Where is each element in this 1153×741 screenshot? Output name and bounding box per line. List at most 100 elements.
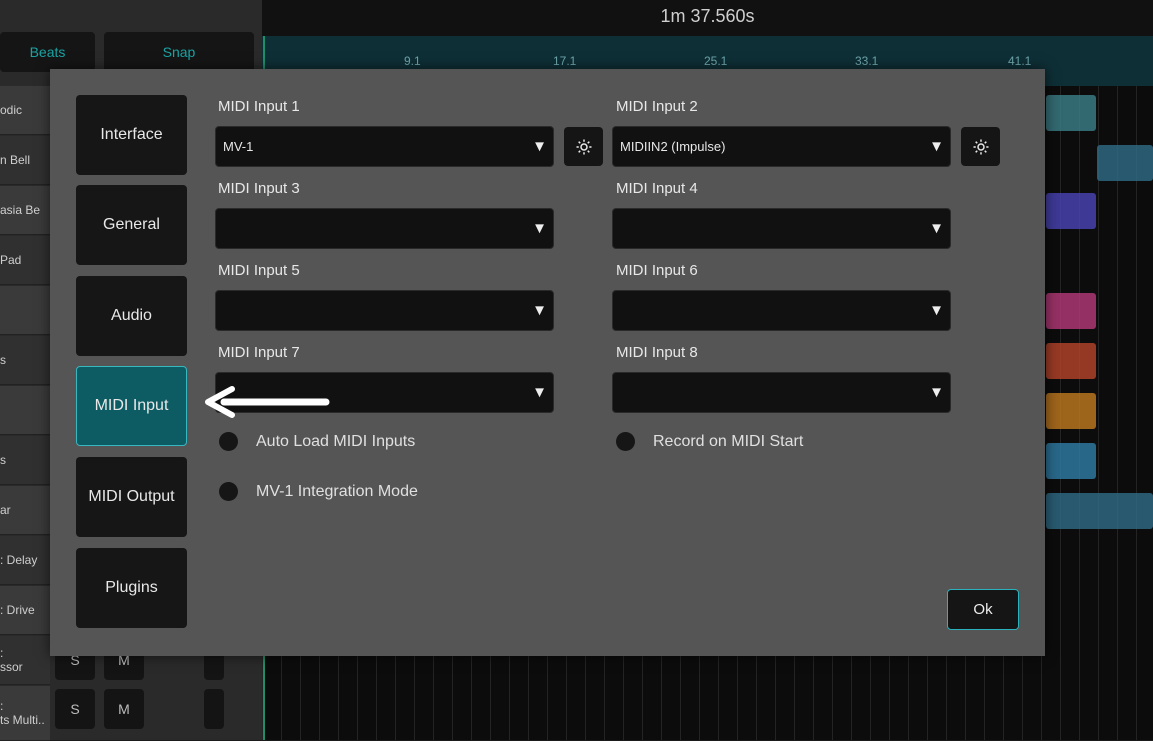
nav-label: Interface — [100, 126, 163, 143]
midi-input-6-label: MIDI Input 6 — [616, 262, 698, 279]
track-label[interactable]: : ts Multi.. — [0, 686, 50, 741]
ruler-mark: 33.1 — [855, 54, 879, 68]
clip[interactable] — [1046, 393, 1096, 429]
nav-label: General — [103, 216, 160, 233]
track-label[interactable] — [0, 286, 50, 335]
record-on-midi-start-toggle[interactable]: Record on MIDI Start — [616, 432, 803, 451]
midi-input-1-settings-button[interactable] — [564, 127, 603, 166]
select-value: MV-1 — [223, 139, 254, 154]
nav-label: Audio — [111, 307, 152, 324]
nav-midi-output[interactable]: MIDI Output — [76, 457, 187, 537]
nav-label: MIDI Output — [88, 488, 175, 505]
record-on-midi-start-label: Record on MIDI Start — [653, 432, 804, 450]
gear-icon — [973, 139, 988, 154]
clip[interactable] — [1046, 95, 1096, 131]
select-value: MIDIIN2 (Impulse) — [620, 139, 726, 154]
nav-interface[interactable]: Interface — [76, 95, 187, 175]
midi-input-6-select[interactable]: ▼ — [612, 290, 951, 331]
midi-input-4-select[interactable]: ▼ — [612, 208, 951, 249]
solo-label: S — [70, 701, 80, 717]
time-display: 1m 37.560s — [660, 6, 755, 26]
midi-input-4-label: MIDI Input 4 — [616, 180, 698, 197]
track-label[interactable]: n Bell — [0, 136, 50, 185]
toggle-indicator — [219, 482, 238, 501]
track-label[interactable]: odic — [0, 86, 50, 135]
track-name: : Drive — [0, 603, 35, 617]
mv1-integration-label: MV-1 Integration Mode — [256, 482, 418, 500]
midi-input-5-label: MIDI Input 5 — [218, 262, 300, 279]
chevron-down-icon: ▼ — [929, 220, 944, 237]
midi-input-5-select[interactable]: ▼ — [215, 290, 554, 331]
beats-label: Beats — [29, 44, 66, 60]
ruler-mark: 9.1 — [404, 54, 421, 68]
beats-button[interactable]: Beats — [0, 32, 95, 72]
auto-load-label: Auto Load MIDI Inputs — [256, 432, 416, 450]
nav-label: MIDI Input — [94, 397, 169, 414]
nav-label: Plugins — [105, 579, 158, 596]
chevron-down-icon: ▼ — [929, 138, 944, 155]
midi-input-3-label: MIDI Input 3 — [218, 180, 300, 197]
midi-input-2-label: MIDI Input 2 — [616, 98, 698, 115]
preferences-dialog: Interface General Audio MIDI Input MIDI … — [50, 69, 1045, 656]
nav-plugins[interactable]: Plugins — [76, 548, 187, 628]
nav-audio[interactable]: Audio — [76, 276, 187, 356]
mute-button[interactable]: M — [104, 689, 144, 729]
track-name: : Delay — [0, 553, 38, 567]
track-meter — [204, 689, 224, 729]
midi-input-2-settings-button[interactable] — [961, 127, 1000, 166]
track-label[interactable]: s — [0, 336, 50, 385]
clip[interactable] — [1046, 193, 1096, 229]
track-name: n Bell — [0, 153, 31, 167]
chevron-down-icon: ▼ — [532, 384, 547, 401]
snap-button[interactable]: Snap — [104, 32, 254, 72]
gear-icon — [576, 139, 591, 154]
track-name: asia Be — [0, 203, 41, 217]
track-name: Pad — [0, 253, 22, 267]
nav-general[interactable]: General — [76, 185, 187, 265]
track-name: s — [0, 453, 6, 467]
clip[interactable] — [1046, 493, 1153, 529]
track-label[interactable]: : Delay — [0, 536, 50, 585]
ok-label: Ok — [973, 601, 993, 618]
midi-input-1-select[interactable]: MV-1 ▼ — [215, 126, 554, 167]
track-label[interactable]: s — [0, 436, 50, 485]
track-label[interactable]: : Drive — [0, 586, 50, 635]
mv1-integration-toggle[interactable]: MV-1 Integration Mode — [219, 482, 418, 501]
nav-midi-input[interactable]: MIDI Input — [76, 366, 187, 446]
annotation-arrow-icon — [205, 386, 330, 418]
midi-input-2-select[interactable]: MIDIIN2 (Impulse) ▼ — [612, 126, 951, 167]
track-label[interactable]: asia Be — [0, 186, 50, 235]
ruler-mark: 41.1 — [1008, 54, 1032, 68]
track-name: odic — [0, 103, 23, 117]
track-name: s — [0, 353, 6, 367]
clip[interactable] — [1097, 145, 1153, 181]
midi-input-8-label: MIDI Input 8 — [616, 344, 698, 361]
auto-load-toggle[interactable]: Auto Load MIDI Inputs — [219, 432, 415, 451]
chevron-down-icon: ▼ — [929, 302, 944, 319]
track-name: : ts Multi.. — [0, 699, 45, 727]
track-label[interactable] — [0, 386, 50, 435]
solo-button[interactable]: S — [55, 689, 95, 729]
ruler-mark: 25.1 — [704, 54, 728, 68]
track-label[interactable]: Pad — [0, 236, 50, 285]
track-name: ar — [0, 503, 11, 517]
ok-button[interactable]: Ok — [947, 589, 1019, 630]
chevron-down-icon: ▼ — [532, 302, 547, 319]
track-label[interactable]: : ssor — [0, 636, 50, 685]
chevron-down-icon: ▼ — [532, 220, 547, 237]
clip[interactable] — [1046, 293, 1096, 329]
track-name: : ssor — [0, 646, 23, 674]
toggle-indicator — [616, 432, 635, 451]
track-label[interactable]: ar — [0, 486, 50, 535]
midi-input-3-select[interactable]: ▼ — [215, 208, 554, 249]
midi-input-8-select[interactable]: ▼ — [612, 372, 951, 413]
toggle-indicator — [219, 432, 238, 451]
clip[interactable] — [1046, 343, 1096, 379]
midi-input-1-label: MIDI Input 1 — [218, 98, 300, 115]
ruler-mark: 17.1 — [553, 54, 577, 68]
chevron-down-icon: ▼ — [929, 384, 944, 401]
midi-input-7-label: MIDI Input 7 — [218, 344, 300, 361]
clip[interactable] — [1046, 443, 1096, 479]
chevron-down-icon: ▼ — [532, 138, 547, 155]
snap-label: Snap — [162, 44, 196, 60]
